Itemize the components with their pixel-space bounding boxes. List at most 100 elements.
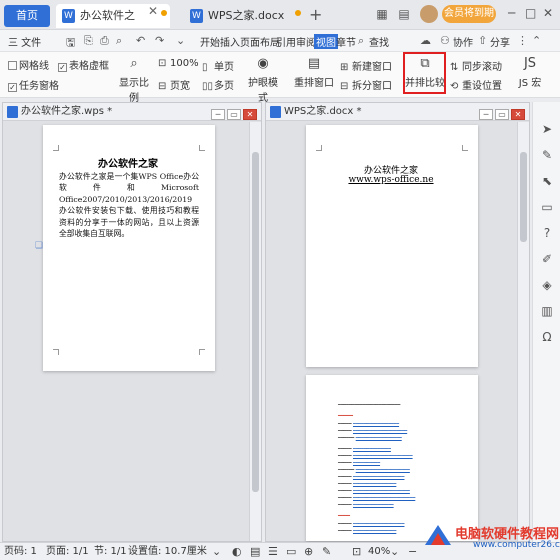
right-scroll-thumb[interactable]	[520, 152, 527, 242]
single-page-button[interactable]: ▯ 单页	[202, 58, 234, 73]
right-vscrollbar[interactable]	[517, 122, 529, 541]
fit-page-icon[interactable]: ⊡	[352, 543, 361, 560]
zoom-value[interactable]: 40%	[368, 543, 390, 560]
tab-doc2[interactable]: W WPS之家.docx	[184, 4, 288, 28]
close-icon[interactable]: ✕	[243, 109, 257, 120]
close-window-icon[interactable]: ✕	[543, 6, 553, 20]
task-pane-checkbox[interactable]: ✓ 任务窗格	[8, 77, 59, 92]
wps-writer-icon	[7, 106, 18, 118]
page2-heading: ━━━━	[338, 513, 351, 519]
menu-view[interactable]: 视图	[314, 34, 338, 49]
minimize-icon[interactable]: ─	[211, 109, 225, 120]
collab-button[interactable]: 协作	[453, 34, 473, 49]
tab-bar: 首页 W 办公软件之家.wps ✕ W WPS之家.docx + ▦ ▤ 会员将…	[0, 0, 560, 46]
page2-text-line: ━━━━━━━━━━━━━━━━━━━━━━━	[338, 403, 401, 408]
page2-link-line: ━━━━━ ━━━━━━━━━━━━━━━━━━━━━	[338, 489, 410, 494]
comment-icon[interactable]: ❏	[35, 241, 43, 251]
close-icon[interactable]: ✕	[511, 109, 525, 120]
export-icon[interactable]: ⎘	[84, 34, 93, 48]
audio-icon[interactable]: Ω	[540, 330, 554, 344]
menu-start[interactable]: 开始	[200, 34, 220, 49]
grid-checkbox[interactable]: 网格线	[8, 57, 49, 72]
collab-icon[interactable]: ⚇	[440, 34, 450, 47]
pen-icon[interactable]: ✎	[540, 148, 554, 162]
left-pane-header: 办公软件之家.wps * ─ ▭ ✕	[3, 103, 261, 121]
pointer-icon[interactable]: ➤	[540, 122, 554, 136]
page2-link-line: ━━━━━━ ━━━━━━━━━━━━━━━━━	[338, 436, 402, 441]
menu-layout[interactable]: 页面布局	[240, 34, 280, 49]
chevron-down-icon[interactable]: ⌄	[212, 543, 221, 560]
display-ratio-button[interactable]: ⌕ 显示比例	[116, 56, 152, 104]
multi-page-button[interactable]: ▯▯多页	[202, 77, 234, 92]
right-doc-pane: WPS之家.docx * ─ ▭ ✕ 办公软件之家 www.wps-office.n…	[265, 102, 530, 542]
outline-view-icon[interactable]: ☰	[268, 543, 278, 560]
share-button[interactable]: 分享	[490, 34, 510, 49]
layout-icon[interactable]: ▥	[540, 304, 554, 318]
menu-review[interactable]: 审阅	[296, 34, 316, 49]
minimize-icon[interactable]: ─	[479, 109, 493, 120]
right-page-1[interactable]: 办公软件之家 www.wps-office.ne	[306, 125, 478, 367]
menu-chapter[interactable]: 章节	[336, 34, 356, 49]
new-tab-icon[interactable]: +	[309, 5, 322, 24]
left-page[interactable]: 办公软件之家 办公软件之家是一个集WPS Office办公软件和Microsof…	[43, 125, 215, 371]
page2-link-line: ━━━━━ ━━━━━━━━━━━━━━━━━━━━━━━	[338, 496, 416, 501]
multi-page-icon: ▯▯	[202, 81, 214, 92]
rearrange-window-button[interactable]: ▤ 重排窗口	[292, 56, 336, 89]
member-expiring-button[interactable]: 会员将到期	[442, 5, 496, 23]
style-icon[interactable]: ✐	[540, 252, 554, 266]
restore-icon[interactable]: ▭	[495, 109, 509, 120]
preview-icon[interactable]: ⌕	[116, 34, 122, 48]
zoom-out-icon[interactable]: −	[408, 543, 417, 560]
search-button[interactable]: 查找	[369, 34, 389, 49]
cloud-icon[interactable]: ☁	[420, 34, 431, 47]
redo-icon[interactable]: ↷	[155, 34, 164, 47]
help-icon[interactable]: ?	[540, 226, 554, 240]
eye-mode-button[interactable]: ◉ 护眼模式	[244, 56, 282, 104]
left-vscrollbar[interactable]	[249, 122, 261, 541]
tile-windows-icon[interactable]: ▦	[374, 6, 390, 22]
right-page-2[interactable]: ━━━━━━━━━━━━━━━━━━━━━━━ ━━━━━ ━━━━━ ━━━━…	[306, 375, 478, 541]
zoom-chevron-icon[interactable]: ⌄	[390, 543, 399, 560]
share-icon[interactable]: ⇧	[478, 34, 487, 47]
page2-link-line: ━━━━━ ━━━━━━━━━━	[338, 461, 381, 466]
print-view-icon[interactable]: ▭	[286, 543, 296, 560]
more-icon[interactable]: ⋮	[517, 34, 528, 47]
table-dashed-checkbox[interactable]: ✓ 表格虚框	[58, 57, 109, 72]
menu-reference[interactable]: 引用	[276, 34, 296, 49]
new-window-icon: ⊞	[340, 62, 349, 73]
undo-icon[interactable]: ↶	[136, 34, 145, 47]
reset-position-icon: ⟲	[450, 81, 459, 92]
minimize-icon[interactable]: ─	[508, 6, 515, 20]
menu-insert[interactable]: 插入	[220, 34, 240, 49]
tab-home[interactable]: 首页	[4, 5, 50, 27]
edit-icon[interactable]: ✎	[322, 543, 331, 560]
search-icon[interactable]: ⌕	[358, 34, 364, 48]
collapse-ribbon-icon[interactable]: ⌃	[532, 34, 541, 47]
location-icon[interactable]: ◈	[540, 278, 554, 292]
zoom-100-button[interactable]: ⊡ 100%	[158, 58, 199, 69]
select-icon[interactable]: ⬉	[540, 174, 554, 188]
new-window-button[interactable]: ⊞ 新建窗口	[340, 58, 392, 73]
panel-icon[interactable]: ▭	[540, 200, 554, 214]
avatar[interactable]	[420, 5, 438, 23]
save-icon[interactable]: 🖫	[66, 34, 75, 53]
window-list-icon[interactable]: ▤	[396, 6, 412, 22]
reset-position-button[interactable]: ⟲ 重设位置	[450, 77, 502, 92]
restore-icon[interactable]: ▭	[227, 109, 241, 120]
page-view-icon[interactable]: ▤	[250, 543, 260, 560]
left-scroll-thumb[interactable]	[252, 152, 259, 492]
page-width-button[interactable]: ⊟ 页宽	[158, 77, 190, 92]
menu-file[interactable]: 三 文件	[8, 34, 41, 49]
close-tab-icon[interactable]: ✕	[148, 4, 158, 18]
wps-writer-icon: W	[190, 9, 203, 23]
web-view-icon[interactable]: ⊕	[304, 543, 313, 560]
rearrange-icon: ▤	[307, 56, 321, 71]
more-chevron-icon[interactable]: ⌄	[176, 34, 185, 47]
reading-mode-icon[interactable]: ◐	[232, 543, 242, 560]
sync-scroll-button[interactable]: ⇅ 同步滚动	[450, 58, 502, 73]
maximize-icon[interactable]: □	[525, 6, 536, 20]
unsaved-dot-icon	[295, 10, 301, 16]
js-macro-button[interactable]: JS JS 宏	[512, 56, 548, 89]
print-icon[interactable]: ⎙	[100, 34, 109, 48]
split-window-button[interactable]: ⊟ 拆分窗口	[340, 77, 392, 92]
